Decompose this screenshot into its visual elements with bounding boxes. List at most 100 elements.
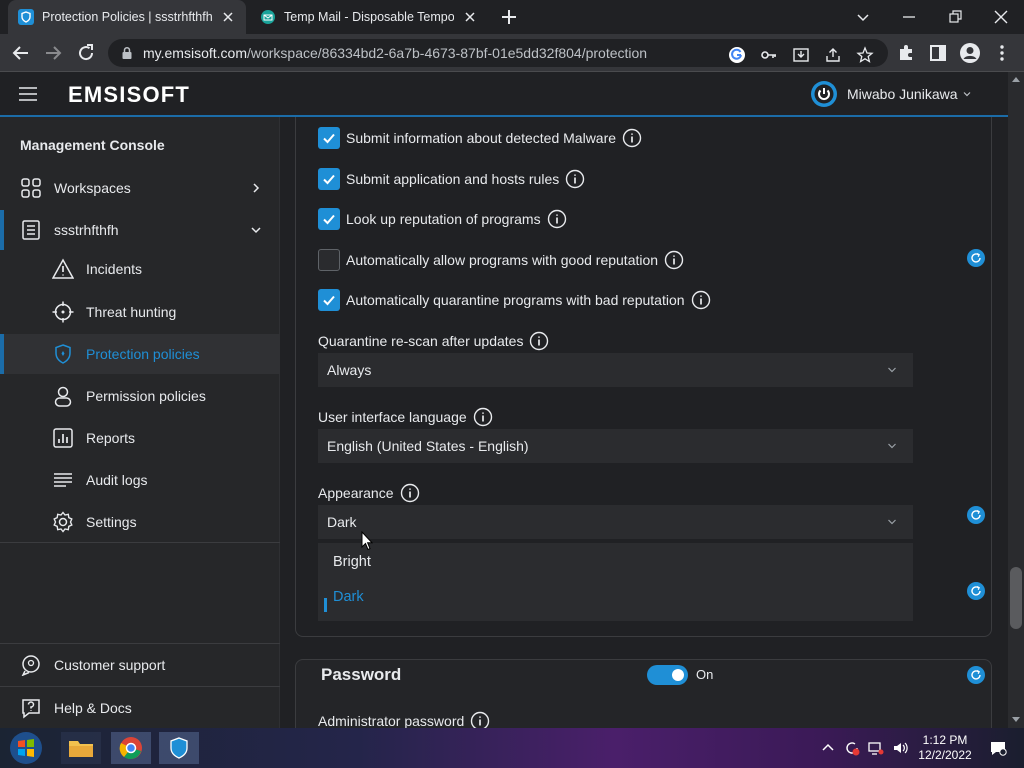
lock-icon[interactable] [120, 46, 134, 60]
sidebar-item-help-docs[interactable]: Help & Docs [0, 688, 280, 728]
appearance-select[interactable]: Dark [318, 505, 913, 539]
minimize-icon[interactable] [897, 5, 921, 29]
close-tab-icon[interactable] [462, 9, 478, 25]
reload-icon[interactable] [74, 41, 98, 65]
windows-start-icon[interactable] [6, 729, 46, 767]
appearance-option-bright[interactable]: Bright [333, 554, 371, 570]
info-icon[interactable] [529, 331, 549, 351]
sidebar-item-incidents[interactable]: Incidents [0, 249, 280, 289]
sync-alert-icon[interactable] [844, 740, 860, 756]
sidebar-item-permission-policies[interactable]: Permission policies [0, 376, 280, 416]
toggle-knob [672, 669, 684, 681]
scroll-up-icon[interactable] [1011, 75, 1021, 83]
reset-icon[interactable] [966, 581, 986, 601]
chrome-icon[interactable] [110, 731, 152, 765]
power-avatar-icon [811, 81, 837, 107]
kebab-menu-icon[interactable] [990, 41, 1014, 65]
appearance-dropdown-menu: Bright Dark [318, 543, 913, 621]
share-icon[interactable] [824, 46, 842, 64]
main-content: Submit information about detected Malwar… [281, 117, 1008, 728]
google-icon[interactable] [728, 46, 746, 64]
checkbox-row-allow-good[interactable]: Automatically allow programs with good r… [318, 248, 684, 272]
info-icon[interactable] [565, 169, 585, 189]
tab-protection-policies[interactable]: Protection Policies | ssstrhfthfh | E [8, 0, 246, 34]
back-arrow-icon[interactable] [9, 41, 33, 65]
close-window-icon[interactable] [989, 5, 1013, 29]
emsisoft-taskbar-icon[interactable] [158, 731, 200, 765]
sidebar-item-label: Help & Docs [54, 700, 132, 716]
info-icon[interactable] [691, 290, 711, 310]
file-explorer-icon[interactable] [60, 731, 102, 765]
checkbox-unchecked[interactable] [318, 249, 340, 271]
field-label: Appearance [318, 485, 394, 501]
info-icon[interactable] [622, 128, 642, 148]
restore-icon[interactable] [943, 5, 967, 29]
address-bar[interactable]: my.emsisoft.com/workspace/86334bd2-6a7b-… [108, 39, 888, 67]
checkbox-row-submit-rules[interactable]: Submit application and hosts rules [318, 167, 585, 191]
temp-mail-icon [261, 10, 275, 24]
sidebar-item-audit-logs[interactable]: Audit logs [0, 460, 280, 500]
password-toggle[interactable] [647, 665, 688, 685]
tab-search-chevron-icon[interactable] [851, 5, 875, 29]
reset-icon[interactable] [966, 505, 986, 525]
sidebar-item-workspace-ssstrhfthfh[interactable]: ssstrhfthfh [0, 210, 280, 250]
sidebar-item-settings[interactable]: Settings [0, 502, 280, 542]
network-icon[interactable] [868, 740, 884, 756]
chevron-down-icon [888, 519, 896, 525]
chevron-right-icon [253, 183, 260, 193]
sidebar-item-workspaces[interactable]: Workspaces [0, 168, 280, 208]
sidebar-item-reports[interactable]: Reports [0, 418, 280, 458]
sidebar-divider [0, 643, 280, 644]
checkbox-checked[interactable] [318, 168, 340, 190]
install-app-icon[interactable] [792, 46, 810, 64]
forward-arrow-icon[interactable] [41, 41, 65, 65]
checkbox-row-lookup-reputation[interactable]: Look up reputation of programs [318, 207, 567, 231]
sidebar-heading: Management Console [20, 137, 165, 153]
new-tab-icon[interactable] [498, 6, 520, 28]
checkbox-checked[interactable] [318, 127, 340, 149]
key-icon[interactable] [760, 46, 778, 64]
tab-temp-mail[interactable]: Temp Mail - Disposable Tempora [250, 0, 488, 34]
sidebar-divider [0, 686, 280, 687]
sidebar-item-protection-policies[interactable]: Protection policies [0, 334, 280, 374]
reset-icon[interactable] [966, 248, 986, 268]
close-tab-icon[interactable] [220, 9, 236, 25]
reset-icon[interactable] [966, 665, 986, 685]
extensions-puzzle-icon[interactable] [894, 41, 918, 65]
sidebar-item-label: Incidents [86, 261, 143, 277]
sidebar-item-label: Threat hunting [86, 304, 177, 320]
workspace-icon [22, 220, 40, 240]
checkbox-row-submit-malware[interactable]: Submit information about detected Malwar… [318, 126, 642, 150]
page-scrollbar[interactable] [1008, 72, 1024, 728]
field-label: Administrator password [318, 713, 465, 728]
info-icon[interactable] [473, 407, 493, 427]
checkbox-row-quarantine-bad[interactable]: Automatically quarantine programs with b… [318, 288, 711, 312]
help-icon [22, 699, 40, 719]
emsisoft-logo[interactable]: EMSISOFT [68, 82, 190, 108]
side-panel-icon[interactable] [926, 41, 950, 65]
report-icon [53, 428, 73, 448]
sidebar-item-customer-support[interactable]: Customer support [0, 645, 280, 685]
tray-expand-icon[interactable] [820, 740, 836, 756]
checkmark-icon [323, 133, 335, 144]
taskbar-clock[interactable]: 1:12 PM 12/2/2022 [905, 733, 985, 763]
info-icon[interactable] [547, 209, 567, 229]
info-icon[interactable] [664, 250, 684, 270]
checkbox-label: Look up reputation of programs [346, 211, 541, 227]
sidebar-item-threat-hunting[interactable]: Threat hunting [0, 292, 280, 332]
scroll-down-icon[interactable] [1011, 716, 1021, 724]
language-select[interactable]: English (United States - English) [318, 429, 913, 463]
info-icon[interactable] [400, 483, 420, 503]
checkbox-checked[interactable] [318, 289, 340, 311]
user-menu[interactable]: Miwabo Junikawa [810, 80, 972, 108]
notifications-icon[interactable] [989, 739, 1007, 757]
appearance-option-dark[interactable]: Dark [333, 589, 364, 605]
hamburger-menu-icon[interactable] [18, 86, 38, 102]
info-icon[interactable] [470, 711, 490, 728]
quarantine-rescan-select[interactable]: Always [318, 353, 913, 387]
profile-icon[interactable] [958, 41, 982, 65]
administrator-password-label: Administrator password [318, 711, 490, 728]
checkbox-checked[interactable] [318, 208, 340, 230]
bookmark-star-icon[interactable] [856, 46, 874, 64]
scrollbar-thumb[interactable] [1010, 567, 1022, 629]
